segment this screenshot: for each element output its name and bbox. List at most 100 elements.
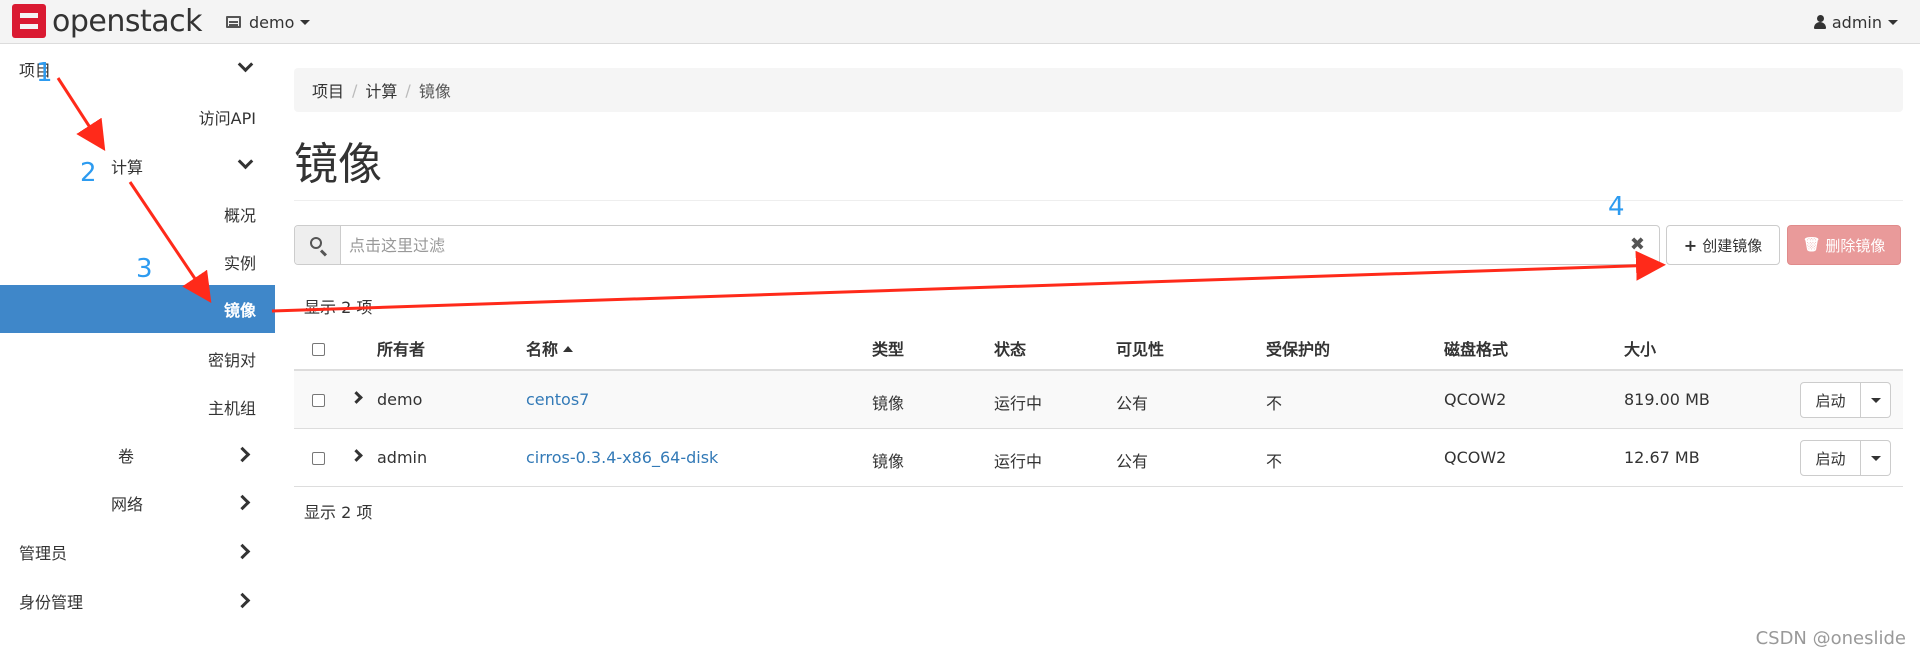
select-all-checkbox[interactable]: [312, 343, 325, 356]
title-divider: [294, 200, 1903, 201]
cell-size: 819.00 MB: [1624, 390, 1710, 409]
column-name-label: 名称: [526, 340, 559, 359]
clear-filter-icon[interactable]: ✖: [1630, 236, 1645, 254]
row-actions: 启动: [1800, 440, 1891, 476]
sidebar-item-volumes[interactable]: 卷: [0, 431, 275, 479]
sidebar-item-api-access[interactable]: 访问API: [0, 93, 275, 141]
item-count-bottom: 显示 2 项: [304, 503, 373, 522]
column-status[interactable]: 状态: [994, 336, 1026, 360]
cell-owner: demo: [377, 390, 423, 409]
column-protected[interactable]: 受保护的: [1266, 336, 1330, 360]
delete-images-button[interactable]: 🗑 删除镜像: [1787, 225, 1901, 265]
annotation-number-1: 1: [36, 58, 53, 88]
chevron-right-icon: [234, 446, 251, 463]
filter-input[interactable]: [341, 226, 1659, 264]
breadcrumb-separator: /: [405, 80, 411, 100]
sidebar-item-label: 镜像: [223, 301, 256, 320]
filter-group: ✖: [294, 225, 1660, 265]
create-image-button[interactable]: + 创建镜像: [1666, 225, 1780, 265]
launch-button[interactable]: 启动: [1800, 440, 1861, 476]
cell-disk-format: QCOW2: [1444, 448, 1507, 467]
sidebar-item-server-groups[interactable]: 主机组: [0, 383, 275, 431]
caret-down-icon: [300, 19, 311, 25]
sidebar-item-label: 主机组: [207, 399, 256, 418]
row-checkbox[interactable]: [312, 452, 325, 465]
column-owner[interactable]: 所有者: [377, 336, 425, 360]
annotation-number-4: 4: [1608, 192, 1625, 222]
cell-visibility: 公有: [1116, 452, 1149, 471]
watermark: CSDN @oneslide: [1755, 628, 1906, 649]
user-name: admin: [1831, 12, 1882, 32]
sidebar-item-key-pairs[interactable]: 密钥对: [0, 335, 275, 383]
sidebar-item-label: 身份管理: [19, 593, 84, 612]
column-size[interactable]: 大小: [1624, 336, 1656, 360]
openstack-logo[interactable]: openstack: [12, 3, 203, 39]
user-icon: [1813, 15, 1826, 29]
cell-type: 镜像: [872, 394, 905, 413]
annotation-number-3: 3: [136, 254, 153, 284]
user-menu[interactable]: admin: [1813, 0, 1898, 44]
launch-button[interactable]: 启动: [1800, 382, 1861, 418]
sidebar-item-label: 卷: [118, 447, 135, 466]
project-list-icon: [226, 16, 241, 28]
delete-images-label: 删除镜像: [1825, 236, 1886, 255]
sidebar-item-label: 访问API: [198, 109, 256, 128]
row-actions: 启动: [1800, 382, 1891, 418]
chevron-right-icon[interactable]: [350, 449, 363, 462]
sidebar-item-label: 实例: [223, 254, 256, 273]
breadcrumb: 项目 / 计算 / 镜像: [294, 68, 1903, 112]
chevron-down-icon: [237, 153, 254, 170]
cell-owner: admin: [377, 448, 428, 467]
table-row: admin cirros-0.3.4-x86_64-disk 镜像 运行中 公有…: [294, 429, 1903, 487]
cell-status: 运行中: [994, 394, 1043, 413]
row-actions-dropdown[interactable]: [1861, 382, 1891, 418]
sidebar-item-label: 概况: [223, 206, 256, 225]
image-name-link[interactable]: centos7: [526, 390, 589, 409]
chevron-right-icon[interactable]: [350, 391, 363, 404]
row-checkbox[interactable]: [312, 394, 325, 407]
create-image-label: 创建镜像: [1702, 236, 1763, 255]
column-name[interactable]: 名称: [526, 336, 574, 360]
sidebar-item-admin[interactable]: 管理员: [0, 528, 275, 576]
breadcrumb-item-images: 镜像: [418, 82, 451, 101]
table-row: demo centos7 镜像 运行中 公有 不 QCOW2 819.00 MB…: [294, 371, 1903, 429]
column-disk-format[interactable]: 磁盘格式: [1444, 336, 1508, 360]
chevron-right-icon: [234, 592, 251, 609]
sidebar-item-overview[interactable]: 概况: [0, 190, 275, 238]
search-icon: [310, 237, 322, 249]
column-visibility[interactable]: 可见性: [1116, 336, 1164, 360]
breadcrumb-item-compute[interactable]: 计算: [365, 78, 397, 102]
sidebar-item-label: 计算: [111, 158, 144, 177]
image-name-link[interactable]: cirros-0.3.4-x86_64-disk: [526, 448, 718, 467]
cell-protected: 不: [1266, 394, 1283, 413]
table-header: 所有者 名称 类型 状态 可见性 受保护的 磁盘格式 大小: [294, 326, 1903, 371]
cell-visibility: 公有: [1116, 394, 1149, 413]
top-navbar: openstack demo admin: [0, 0, 1920, 44]
breadcrumb-separator: /: [352, 80, 358, 100]
sidebar-item-images[interactable]: 镜像: [0, 285, 275, 333]
sidebar-item-network[interactable]: 网络: [0, 479, 275, 527]
project-name: demo: [249, 12, 295, 32]
chevron-right-icon: [234, 494, 251, 511]
sidebar-item-label: 管理员: [19, 544, 68, 563]
sort-ascending-icon: [563, 346, 574, 352]
project-selector[interactable]: demo: [226, 0, 311, 44]
logo-text: openstack: [52, 3, 203, 39]
row-actions-dropdown[interactable]: [1861, 440, 1891, 476]
trash-icon: 🗑: [1802, 237, 1821, 253]
page-title: 镜像: [294, 139, 382, 190]
column-type[interactable]: 类型: [872, 336, 904, 360]
openstack-logo-icon: [12, 4, 46, 38]
annotation-number-2: 2: [80, 158, 97, 188]
cell-disk-format: QCOW2: [1444, 390, 1507, 409]
cell-type: 镜像: [872, 452, 905, 471]
sidebar: 项目 访问API 计算 概况 实例 镜像 密钥对 主机组 卷 网络 管理员 身份…: [0, 45, 275, 663]
breadcrumb-item-project[interactable]: 项目: [312, 78, 344, 102]
sidebar-item-identity[interactable]: 身份管理: [0, 577, 275, 625]
sidebar-item-compute[interactable]: 计算: [0, 142, 275, 190]
chevron-down-icon: [237, 56, 254, 73]
sidebar-item-label: 网络: [111, 495, 144, 514]
item-count-top: 显示 2 项: [304, 298, 373, 317]
search-icon-handle: [319, 249, 328, 257]
caret-down-icon: [1870, 397, 1881, 403]
